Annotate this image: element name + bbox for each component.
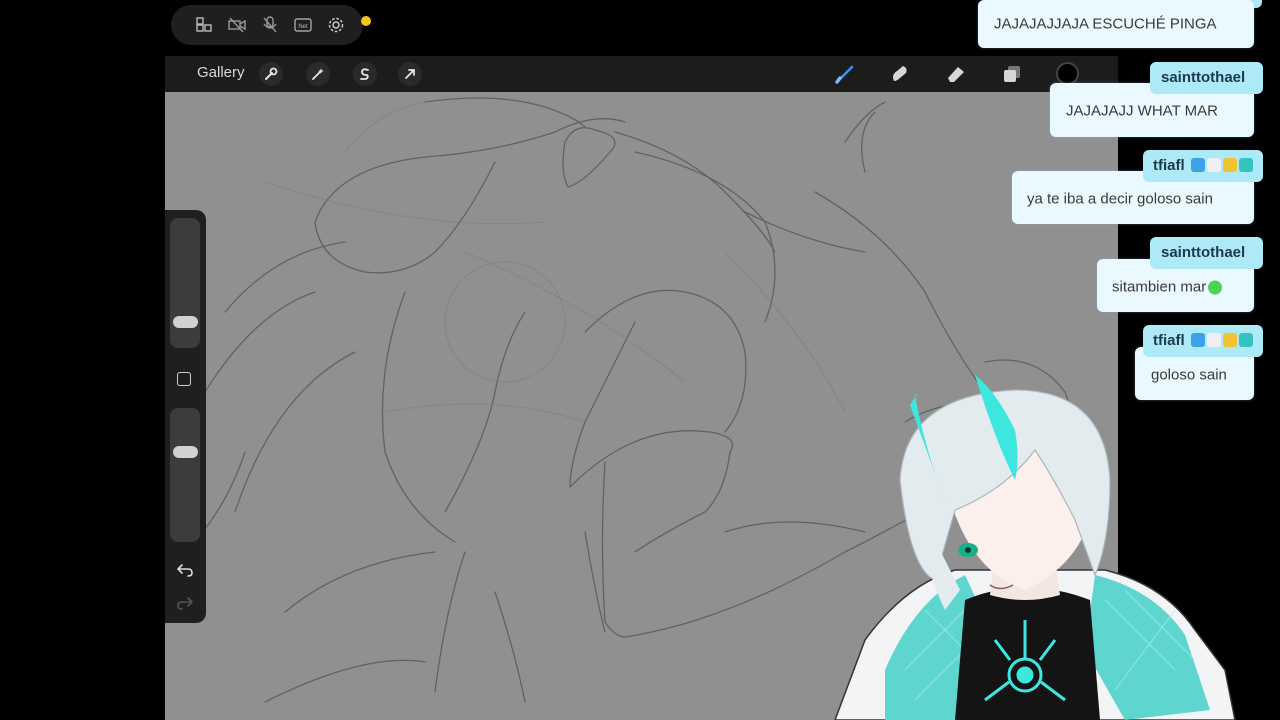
stream-status-bar: Net xyxy=(171,5,371,45)
svg-text:Net: Net xyxy=(298,24,308,30)
layers-icon[interactable] xyxy=(999,61,1025,87)
brush-size-thumb[interactable] xyxy=(173,316,198,328)
chat-message-text: JAJAJAJJ WHAT MAR xyxy=(1066,102,1218,120)
app-toolbar: Gallery xyxy=(165,56,1118,92)
badge-icon xyxy=(1190,333,1205,347)
opacity-slider[interactable] xyxy=(170,408,200,542)
chat-username-tag: sainttothael xyxy=(1150,237,1263,269)
chat-message: JAJAJAJJAJA ESCUCHÉ PINGA xyxy=(978,0,1254,48)
redo-icon[interactable] xyxy=(174,593,196,613)
eraser-icon[interactable] xyxy=(943,61,969,87)
badge-icon xyxy=(1222,333,1237,347)
opacity-thumb[interactable] xyxy=(173,446,198,458)
magic-wand-icon[interactable] xyxy=(306,62,330,86)
badge-icon xyxy=(1238,158,1253,172)
chat-username-tag: tfiafl xyxy=(1143,150,1263,182)
chat-username: tfiafl xyxy=(1153,157,1185,174)
settings-gear-icon[interactable] xyxy=(325,14,347,36)
smudge-icon[interactable] xyxy=(887,61,913,87)
chat-message-text: sitambien mar xyxy=(1112,278,1223,296)
badge-icon xyxy=(1206,333,1221,347)
no-mic-icon[interactable] xyxy=(259,14,281,36)
badge-icon xyxy=(1222,158,1237,172)
vtuber-avatar xyxy=(834,375,1236,720)
brush-icon[interactable] xyxy=(832,61,858,87)
brush-size-slider[interactable] xyxy=(170,218,200,348)
chat-username-tag: sainttothael xyxy=(1150,62,1263,94)
selection-s-icon[interactable] xyxy=(353,62,377,86)
brush-sliders-panel xyxy=(165,210,206,623)
chat-username: tfiafl xyxy=(1153,332,1185,349)
chat-username: sainttothael xyxy=(1161,69,1246,86)
gallery-button[interactable]: Gallery xyxy=(197,64,245,81)
color-picker-swatch[interactable] xyxy=(1056,62,1079,85)
chat-message-text-content: sitambien mar xyxy=(1112,278,1207,296)
badge-icon xyxy=(1206,158,1221,172)
chat-username-tag: tfiafl xyxy=(1143,325,1263,357)
recording-indicator-dot xyxy=(361,16,371,26)
transform-arrow-icon[interactable] xyxy=(398,62,422,86)
eyedropper-square-button[interactable] xyxy=(177,372,191,386)
undo-icon[interactable] xyxy=(174,560,196,580)
chat-message-text: JAJAJAJJAJA ESCUCHÉ PINGA xyxy=(994,15,1217,33)
emote-icon xyxy=(1208,280,1223,294)
screen-record-icon[interactable] xyxy=(193,14,215,36)
no-camera-icon[interactable] xyxy=(226,14,248,36)
badge-icon xyxy=(1238,333,1253,347)
wrench-icon[interactable] xyxy=(259,62,283,86)
network-icon[interactable]: Net xyxy=(292,14,314,36)
chat-message-text: ya te iba a decir goloso sain xyxy=(1027,190,1213,208)
chat-username: sainttothael xyxy=(1161,244,1246,261)
badge-icon xyxy=(1190,158,1205,172)
